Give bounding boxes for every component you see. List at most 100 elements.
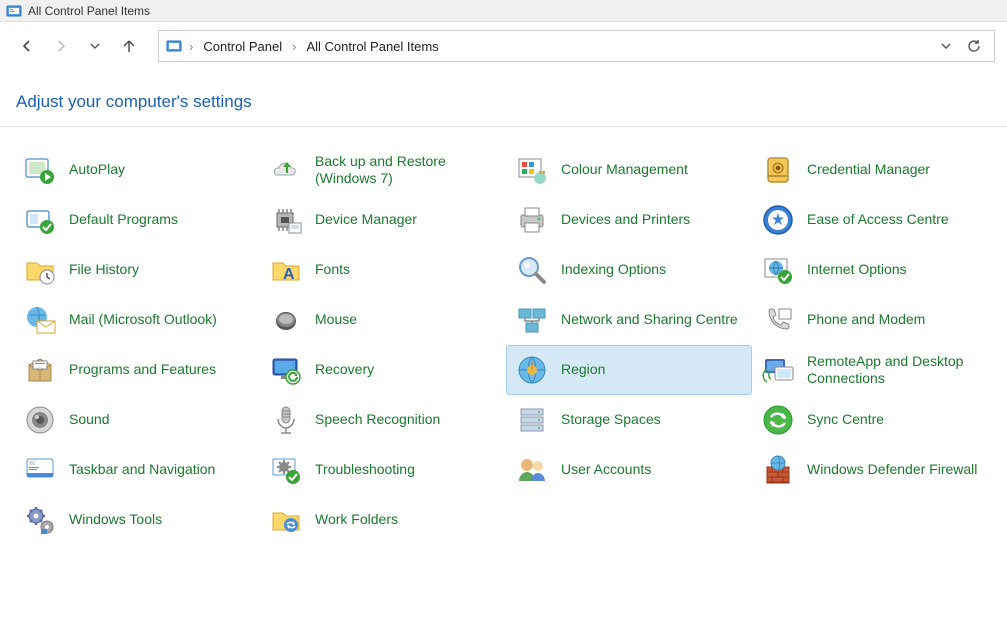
cp-item-programs-and-features[interactable]: Programs and Features <box>14 345 260 395</box>
users-icon <box>515 453 549 487</box>
cp-item-indexing-options[interactable]: Indexing Options <box>506 245 752 295</box>
fonts-icon: A <box>269 253 303 287</box>
cp-item-file-history[interactable]: File History <box>14 245 260 295</box>
item-label: Sound <box>69 411 109 429</box>
item-label: Device Manager <box>315 211 417 229</box>
cp-item-network-and-sharing-centre[interactable]: Network and Sharing Centre <box>506 295 752 345</box>
item-label: Programs and Features <box>69 361 216 379</box>
sync-icon <box>761 403 795 437</box>
chevron-down-icon[interactable] <box>940 40 952 52</box>
forward-button[interactable] <box>46 31 76 61</box>
chevron-right-icon[interactable]: › <box>290 39 298 54</box>
monitor-refresh-icon <box>269 353 303 387</box>
cp-item-ease-of-access-centre[interactable]: Ease of Access Centre <box>752 195 998 245</box>
cp-item-mail-microsoft-outlook[interactable]: Mail (Microsoft Outlook) <box>14 295 260 345</box>
firewall-icon <box>761 453 795 487</box>
item-label: Speech Recognition <box>315 411 440 429</box>
color-icon <box>515 153 549 187</box>
mouse-icon <box>269 303 303 337</box>
cp-item-autoplay[interactable]: AutoPlay <box>14 145 260 195</box>
taskbar-icon <box>23 453 57 487</box>
item-label: Back up and Restore (Windows 7) <box>315 153 495 188</box>
cp-item-storage-spaces[interactable]: Storage Spaces <box>506 395 752 445</box>
control-panel-grid: AutoPlay Back up and Restore (Windows 7) C… <box>0 141 1007 549</box>
item-label: Phone and Modem <box>807 311 925 329</box>
drives-icon <box>515 403 549 437</box>
cp-item-colour-management[interactable]: Colour Management <box>506 145 752 195</box>
box-icon <box>23 353 57 387</box>
printer-icon <box>515 203 549 237</box>
cp-item-mouse[interactable]: Mouse <box>260 295 506 345</box>
cp-item-troubleshooting[interactable]: Troubleshooting <box>260 445 506 495</box>
cp-item-windows-tools[interactable]: Windows Tools <box>14 495 260 545</box>
item-label: AutoPlay <box>69 161 125 179</box>
item-label: Recovery <box>315 361 374 379</box>
item-label: File History <box>69 261 139 279</box>
item-label: Fonts <box>315 261 350 279</box>
cp-item-fonts[interactable]: A Fonts <box>260 245 506 295</box>
cp-item-sound[interactable]: Sound <box>14 395 260 445</box>
cp-item-device-manager[interactable]: Device Manager <box>260 195 506 245</box>
cp-item-user-accounts[interactable]: User Accounts <box>506 445 752 495</box>
cp-item-windows-defender-firewall[interactable]: Windows Defender Firewall <box>752 445 998 495</box>
globe-icon <box>761 253 795 287</box>
svg-text:A: A <box>283 266 295 283</box>
mail-icon <box>23 303 57 337</box>
cp-item-back-up-and-restore-windows-7[interactable]: Back up and Restore (Windows 7) <box>260 145 506 195</box>
item-label: Network and Sharing Centre <box>561 311 738 329</box>
cp-item-remoteapp-and-desktop-connections[interactable]: RemoteApp and Desktop Connections <box>752 345 998 395</box>
autoplay-icon <box>23 153 57 187</box>
cp-item-phone-and-modem[interactable]: Phone and Modem <box>752 295 998 345</box>
cp-item-devices-and-printers[interactable]: Devices and Printers <box>506 195 752 245</box>
recent-locations-button[interactable] <box>80 31 110 61</box>
cp-item-internet-options[interactable]: Internet Options <box>752 245 998 295</box>
cp-item-sync-centre[interactable]: Sync Centre <box>752 395 998 445</box>
control-panel-icon <box>6 3 22 19</box>
item-label: Sync Centre <box>807 411 884 429</box>
speaker-icon <box>23 403 57 437</box>
region-icon <box>515 353 549 387</box>
mic-icon <box>269 403 303 437</box>
control-panel-icon <box>165 37 183 55</box>
item-label: Colour Management <box>561 161 688 179</box>
window-title: All Control Panel Items <box>28 4 150 18</box>
cp-item-speech-recognition[interactable]: Speech Recognition <box>260 395 506 445</box>
item-label: RemoteApp and Desktop Connections <box>807 353 987 388</box>
breadcrumb-current[interactable]: All Control Panel Items <box>302 37 442 56</box>
phone-icon <box>761 303 795 337</box>
breadcrumb-root[interactable]: Control Panel <box>199 37 286 56</box>
item-label: Region <box>561 361 605 379</box>
cp-item-default-programs[interactable]: Default Programs <box>14 195 260 245</box>
cp-item-region[interactable]: Region <box>506 345 752 395</box>
refresh-button[interactable] <box>966 38 982 54</box>
chevron-right-icon[interactable]: › <box>187 39 195 54</box>
cp-item-recovery[interactable]: Recovery <box>260 345 506 395</box>
item-label: Default Programs <box>69 211 178 229</box>
item-label: Mouse <box>315 311 357 329</box>
item-label: Work Folders <box>315 511 398 529</box>
nav-row: › Control Panel › All Control Panel Item… <box>0 22 1007 70</box>
item-label: Taskbar and Navigation <box>69 461 215 479</box>
chip-icon <box>269 203 303 237</box>
back-button[interactable] <box>12 31 42 61</box>
cp-item-work-folders[interactable]: Work Folders <box>260 495 506 545</box>
item-label: Ease of Access Centre <box>807 211 949 229</box>
item-label: Credential Manager <box>807 161 930 179</box>
folder-clock-icon <box>23 253 57 287</box>
page-heading: Adjust your computer's settings <box>0 70 1007 126</box>
item-label: User Accounts <box>561 461 651 479</box>
item-label: Troubleshooting <box>315 461 415 479</box>
cp-item-credential-manager[interactable]: Credential Manager <box>752 145 998 195</box>
item-label: Indexing Options <box>561 261 666 279</box>
title-bar: All Control Panel Items <box>0 0 1007 22</box>
cp-item-taskbar-and-navigation[interactable]: Taskbar and Navigation <box>14 445 260 495</box>
address-bar[interactable]: › Control Panel › All Control Panel Item… <box>158 30 995 62</box>
network-icon <box>515 303 549 337</box>
backup-icon <box>269 153 303 187</box>
item-label: Windows Defender Firewall <box>807 461 977 479</box>
up-button[interactable] <box>114 31 144 61</box>
item-label: Mail (Microsoft Outlook) <box>69 311 217 329</box>
item-label: Windows Tools <box>69 511 162 529</box>
magnifier-icon <box>515 253 549 287</box>
item-label: Storage Spaces <box>561 411 661 429</box>
